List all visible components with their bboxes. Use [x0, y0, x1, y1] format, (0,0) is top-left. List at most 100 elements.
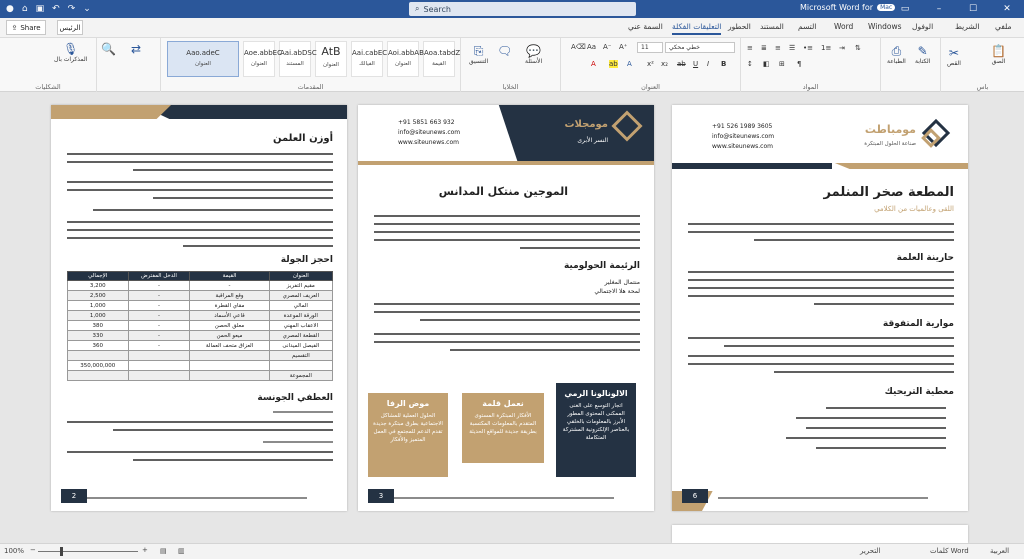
minimize-icon[interactable]: –: [922, 0, 956, 18]
zoom-slider[interactable]: [38, 551, 138, 552]
font-size-select[interactable]: 11: [637, 42, 663, 53]
new-comment-button[interactable]: 💬 الأسئلة: [525, 44, 542, 65]
style-item[interactable]: Aoe.abbEC العنوان: [243, 41, 282, 77]
find-button[interactable]: 🔍: [101, 42, 116, 56]
tab-home[interactable]: التعليقات الفكلة: [672, 22, 722, 35]
clear-format-icon[interactable]: A⌫: [571, 43, 586, 51]
print-button[interactable]: ⎙ الطباعة: [887, 44, 906, 65]
bold-icon[interactable]: B: [721, 60, 726, 68]
style-item[interactable]: AtB العنوان: [315, 41, 347, 77]
zoom-slider-thumb[interactable]: [60, 547, 63, 556]
document-page[interactable]: مومجلات النسر الأبرى +91 5851 663 932 in…: [358, 105, 654, 511]
line-spacing-icon[interactable]: ↕: [747, 60, 753, 68]
tab-review[interactable]: الحطور: [728, 22, 751, 31]
text-line: [806, 427, 946, 429]
replace-button[interactable]: ⇄: [131, 42, 141, 56]
sort-icon[interactable]: ⇅: [855, 44, 861, 52]
next-page-peek[interactable]: [672, 525, 968, 543]
shading-icon[interactable]: ◧: [763, 60, 770, 68]
zoom-out-icon[interactable]: −: [30, 546, 36, 554]
undo-icon[interactable]: ↶: [52, 4, 60, 14]
style-item-selected[interactable]: Aao.adeC العنوان: [167, 41, 239, 77]
document-canvas[interactable]: أوزن العلمن احجز الجولة العنوان القيمة ا…: [0, 92, 1024, 543]
word-count[interactable]: كلمات Word: [930, 547, 969, 555]
underline-icon[interactable]: U: [693, 60, 698, 68]
grow-font-icon[interactable]: A⁺: [619, 43, 627, 51]
close-icon[interactable]: ✕: [990, 0, 1024, 18]
share-button[interactable]: ⇪ Share: [6, 20, 46, 35]
more-commands-icon[interactable]: ⌄: [83, 4, 91, 14]
italic-icon[interactable]: I: [707, 60, 709, 68]
tab-file[interactable]: ملفي: [995, 22, 1012, 31]
footer-line: [718, 497, 928, 499]
save-icon[interactable]: ▣: [36, 4, 45, 14]
mode-indicator[interactable]: التحرير: [860, 547, 880, 555]
style-item[interactable]: Aai.cabEC الفيالك: [351, 41, 387, 77]
tab-word[interactable]: Word: [834, 22, 853, 31]
write-button[interactable]: ✎ الكتابة: [915, 44, 930, 65]
table-cell: 360: [67, 340, 129, 351]
table-cell: ميعو الحمن: [189, 330, 270, 341]
subscript-icon[interactable]: x₂: [661, 60, 668, 68]
style-item[interactable]: Aoi.abbAB العنوان: [387, 41, 424, 77]
paste-button[interactable]: 📋 الصق: [991, 44, 1006, 65]
align-left-icon[interactable]: ≡: [775, 44, 781, 52]
tab-windows[interactable]: Windows: [868, 22, 901, 31]
style-item[interactable]: Aai.abDSC المستند: [279, 41, 317, 77]
view-print-icon[interactable]: ▤: [160, 547, 167, 555]
strikethrough-icon[interactable]: ab: [677, 60, 686, 68]
format-button[interactable]: ⎘ التنسيق: [469, 44, 488, 65]
tab-layout[interactable]: الوفول: [912, 22, 933, 31]
tab-insert[interactable]: الشريط: [955, 22, 979, 31]
search-box[interactable]: ⌕ Search: [409, 2, 636, 16]
comments-button[interactable]: الرئيس: [57, 20, 83, 35]
tab-help[interactable]: السمة عني: [628, 22, 663, 31]
bullets-icon[interactable]: •≡: [803, 44, 813, 52]
table-row: مقيم التفريز - -3,200: [67, 280, 334, 291]
document-page[interactable]: مومباطت صناعة الحلول المبتكرة +91 526 19…: [672, 105, 968, 511]
table-row: 350,000,000: [67, 360, 334, 371]
tab-design[interactable]: التسم: [798, 22, 816, 31]
replace-icon: ⇄: [131, 42, 142, 56]
text-effects-icon[interactable]: A: [627, 60, 632, 68]
table-cell: -: [127, 280, 191, 291]
language-indicator[interactable]: العربية: [990, 547, 1009, 555]
microphone-icon: 🎙: [63, 42, 79, 56]
align-center-icon[interactable]: ≣: [761, 44, 767, 52]
text-line: [688, 287, 954, 289]
align-right-icon[interactable]: ≡: [747, 44, 753, 52]
zoom-level[interactable]: 100%: [4, 547, 24, 555]
autosave-icon[interactable]: ●: [6, 4, 14, 14]
redo-icon[interactable]: ↷: [68, 4, 76, 14]
shrink-font-icon[interactable]: A⁻: [603, 43, 611, 51]
highlight-icon[interactable]: ab: [609, 60, 618, 68]
status-bar: 100% − + ▤ ▥ التحرير كلمات Word العربية: [0, 543, 1024, 559]
numbering-icon[interactable]: 1≡: [821, 44, 831, 52]
page-number: 6: [682, 489, 708, 503]
dictate-button[interactable]: 🎙 المذكرات بال: [54, 42, 87, 63]
tab-document[interactable]: المستند: [760, 22, 784, 31]
home-icon[interactable]: ⌂: [22, 4, 28, 14]
table-row: الفيصل الميدانى العزاق متحف العمالة -360: [67, 340, 334, 351]
maximize-icon[interactable]: ☐: [956, 0, 990, 18]
justify-icon[interactable]: ☰: [789, 44, 795, 52]
text-line: [374, 239, 640, 241]
show-marks-icon[interactable]: ¶: [797, 60, 801, 68]
document-page[interactable]: أوزن العلمن احجز الجولة العنوان القيمة ا…: [51, 105, 347, 511]
borders-icon[interactable]: ⊞: [779, 60, 785, 68]
superscript-icon[interactable]: x²: [647, 60, 654, 68]
comments-pane-button[interactable]: 🗨: [497, 44, 512, 58]
pen-icon: ✎: [917, 44, 928, 58]
font-color-icon[interactable]: A: [591, 60, 596, 68]
clipboard-group: 📋 الصق ✂ القص باس: [940, 38, 1024, 92]
change-case-icon[interactable]: Aa: [587, 43, 596, 51]
ribbon-display-icon[interactable]: ▭: [888, 0, 922, 18]
zoom-in-icon[interactable]: +: [142, 546, 148, 554]
view-web-icon[interactable]: ▥: [178, 547, 185, 555]
field-label: منتمال المغلير: [604, 279, 640, 286]
style-item[interactable]: Aoa.tabdZ القيمة: [423, 41, 460, 77]
cut-button[interactable]: ✂ القص: [947, 46, 961, 67]
font-name-select[interactable]: خطي محكي: [665, 42, 735, 53]
quick-access-toolbar: ● ⌂ ▣ ↶ ↷ ⌄: [0, 4, 420, 14]
indent-icon[interactable]: ⇥: [839, 44, 845, 52]
